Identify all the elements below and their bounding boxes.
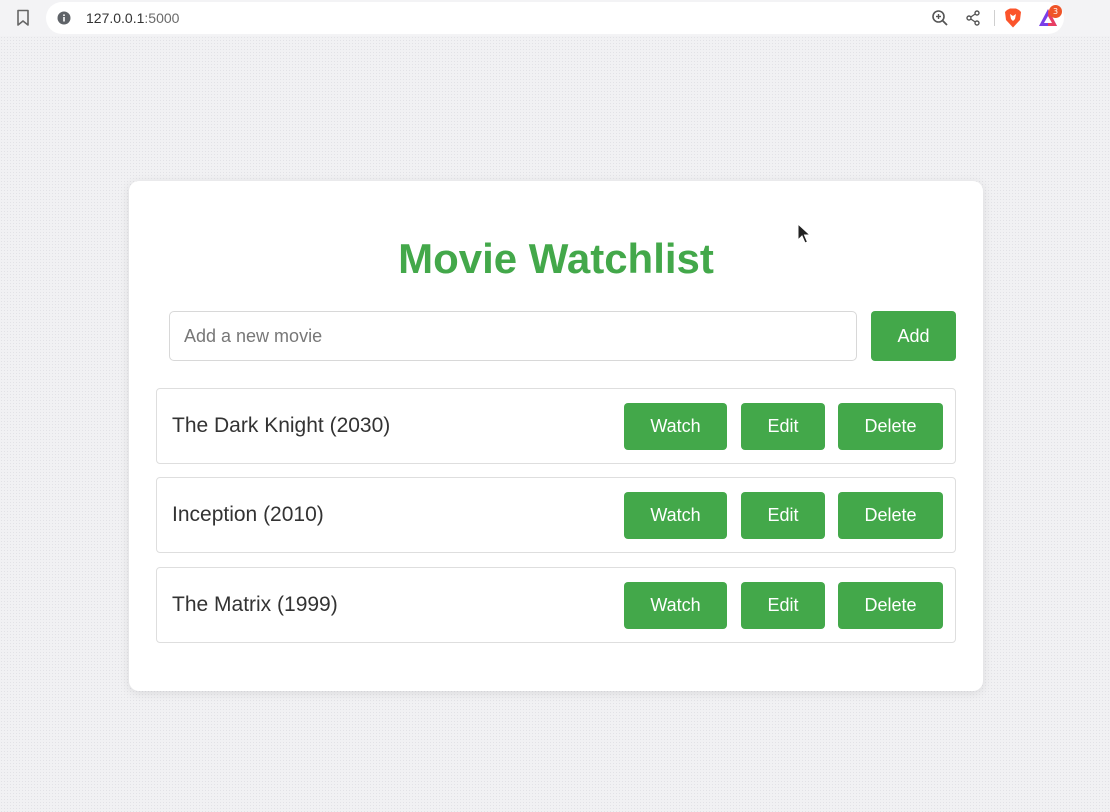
share-icon[interactable]	[965, 10, 981, 26]
delete-button[interactable]: Delete	[838, 403, 943, 450]
watch-button[interactable]: Watch	[624, 492, 727, 539]
browser-toolbar: 127.0.0.1:5000 3	[0, 0, 1110, 36]
page-title: Movie Watchlist	[398, 235, 714, 282]
toolbar-divider	[994, 10, 995, 26]
zoom-icon[interactable]	[931, 9, 949, 27]
url-text[interactable]: 127.0.0.1:5000	[86, 10, 179, 26]
rewards-badge: 3	[1049, 5, 1062, 18]
watchlist-card: Movie Watchlist Add The Dark Knight (203…	[129, 181, 983, 691]
movie-title: The Matrix (1999)	[172, 593, 338, 616]
address-bar[interactable]: 127.0.0.1:5000 3	[46, 2, 1064, 34]
edit-button[interactable]: Edit	[741, 492, 825, 539]
movie-title: The Dark Knight (2030)	[172, 414, 391, 437]
url-host: 127.0.0.1	[86, 10, 145, 26]
movie-row: Inception (2010) Watch Edit Delete	[156, 477, 956, 553]
add-button[interactable]: Add	[871, 311, 956, 361]
new-movie-input[interactable]	[169, 311, 857, 361]
edit-button[interactable]: Edit	[741, 403, 825, 450]
movie-row: The Dark Knight (2030) Watch Edit Delete	[156, 388, 956, 464]
edit-button[interactable]: Edit	[741, 582, 825, 629]
movie-title: Inception (2010)	[172, 503, 324, 526]
info-icon[interactable]	[57, 11, 71, 25]
delete-button[interactable]: Delete	[838, 582, 943, 629]
delete-button[interactable]: Delete	[838, 492, 943, 539]
mouse-cursor-icon	[797, 223, 811, 244]
url-port: :5000	[144, 10, 180, 26]
bookmark-icon[interactable]	[16, 9, 30, 27]
watch-button[interactable]: Watch	[624, 582, 727, 629]
watch-button[interactable]: Watch	[624, 403, 727, 450]
brave-shields-icon[interactable]	[1004, 8, 1022, 28]
movie-row: The Matrix (1999) Watch Edit Delete	[156, 567, 956, 643]
